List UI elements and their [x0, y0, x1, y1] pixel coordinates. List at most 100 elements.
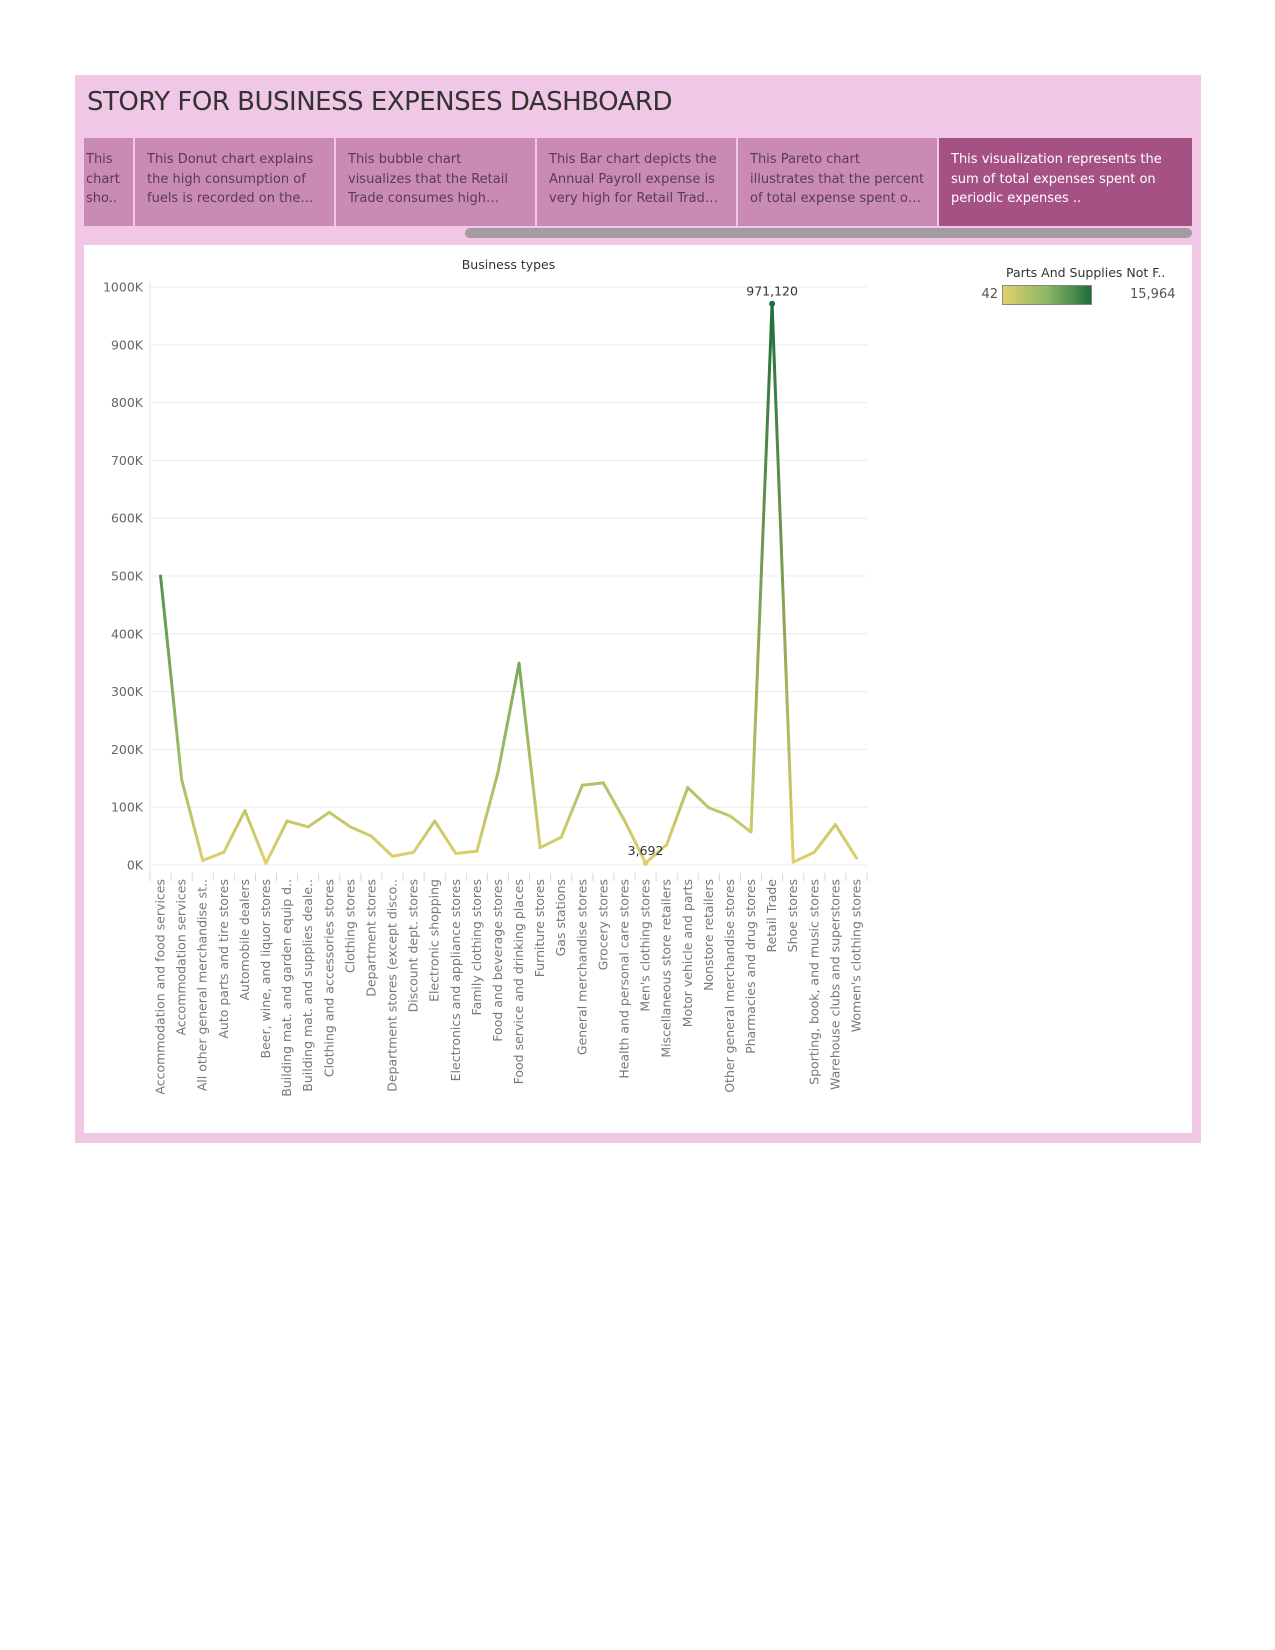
x-tick-label: Retail Trade — [764, 879, 779, 953]
line-segment — [285, 819, 310, 829]
line-segment — [707, 806, 732, 818]
line-segment — [180, 777, 205, 862]
data-label: 3,692 — [628, 843, 664, 858]
x-tick-label: Beer, wine, and liquor stores — [258, 879, 273, 1058]
y-tick-label: 100K — [111, 800, 144, 815]
y-tick-label: 300K — [111, 684, 144, 699]
line-segment — [412, 819, 437, 854]
line-segment — [538, 835, 563, 850]
y-tick-label: 600K — [111, 511, 144, 526]
story-point-4-text: This Bar chart depicts the Annual Payrol… — [549, 152, 717, 206]
x-tick-label: Automobile dealers — [237, 879, 252, 1001]
dashboard-frame: STORY FOR BUSINESS EXPENSES DASHBOARD Th… — [75, 75, 1201, 1143]
x-tick-label: Gas stations — [553, 879, 568, 956]
x-tick-label: Auto parts and tire stores — [216, 879, 231, 1039]
x-tick-label: Other general merchandise stores — [722, 879, 737, 1093]
x-tick-label: Building mat. and supplies deale.. — [300, 879, 315, 1092]
x-tick-label: Men's clothing stores — [638, 879, 653, 1012]
x-tick-label: Clothing stores — [342, 879, 357, 973]
legend-color-ramp — [1002, 285, 1092, 305]
line-segment — [686, 786, 711, 810]
x-tick-label: Grocery stores — [595, 879, 610, 970]
x-tick-label: Sporting, book, and music stores — [806, 879, 821, 1085]
story-navigator: This chart sho.. This Donut chart explai… — [84, 138, 1192, 226]
line-segment — [665, 786, 690, 847]
story-point-6-text: This visualization represents the sum of… — [951, 152, 1162, 206]
line-segment — [791, 850, 816, 864]
line-segment — [833, 823, 858, 860]
line-segment — [454, 849, 479, 855]
story-scrollbar[interactable] — [465, 228, 1192, 238]
line-segment — [348, 825, 373, 838]
story-point-2-text: This Donut chart explains the high consu… — [147, 152, 314, 206]
x-tick-label: Discount dept. stores — [406, 879, 421, 1012]
x-tick-label: Family clothing stores — [469, 879, 484, 1015]
data-label: 971,120 — [746, 284, 798, 299]
y-tick-label: 1000K — [103, 280, 144, 295]
x-tick-label: Electronics and appliance stores — [448, 879, 463, 1081]
line-segment — [222, 809, 247, 854]
annotated-point — [642, 859, 649, 866]
x-tick-label: Clothing and accessories stores — [321, 879, 336, 1077]
x-tick-label: Miscellaneous store retailers — [659, 879, 674, 1058]
line-segment — [201, 850, 226, 862]
story-point-3-text: This bubble chart visualizes that the Re… — [348, 152, 508, 206]
story-point-2[interactable]: This Donut chart explains the high consu… — [135, 138, 334, 226]
story-point-6[interactable]: This visualization represents the sum of… — [939, 138, 1192, 226]
dashboard-title: STORY FOR BUSINESS EXPENSES DASHBOARD — [87, 87, 673, 117]
x-tick-label: Nonstore retailers — [701, 879, 716, 991]
y-tick-label: 500K — [111, 569, 144, 584]
x-tick-label: Food service and drinking places — [511, 879, 526, 1084]
legend-min-label: 42 — [981, 287, 998, 302]
line-segment — [264, 819, 289, 865]
story-point-5-text: This Pareto chart illustrates that the p… — [750, 152, 925, 206]
y-tick-label: 700K — [111, 453, 144, 468]
line-segment — [601, 781, 626, 822]
chart-panel: Business types 0K 100K 200K 300K 400K 500K 600K… — [84, 245, 1192, 1133]
x-tick-label: Health and personal care stores — [616, 879, 631, 1079]
legend-title: Parts And Supplies Not F.. — [1006, 265, 1166, 280]
x-tick-label: Building mat. and garden equip d.. — [279, 879, 294, 1097]
line-segment — [433, 819, 458, 855]
annotated-point — [769, 300, 776, 307]
x-tick-label: Food and beverage stores — [490, 879, 505, 1042]
x-tick-label: Accommodation and food services — [153, 879, 168, 1095]
story-point-5[interactable]: This Pareto chart illustrates that the p… — [738, 138, 937, 226]
x-tick-label: Furniture stores — [532, 879, 547, 977]
line-segment — [243, 809, 268, 865]
story-point-1-text: This chart sho.. — [86, 152, 120, 206]
line-segment — [770, 302, 795, 864]
x-tick-label: Warehouse clubs and superstores — [827, 879, 842, 1090]
line-segment — [496, 661, 521, 775]
x-tick-label: Department stores (except disco.. — [385, 879, 400, 1092]
line-segment — [391, 850, 416, 858]
x-tick-label: Department stores — [363, 879, 378, 997]
x-tick-label: Accommodation services — [174, 879, 189, 1036]
line-segment — [327, 810, 352, 829]
line-segment — [306, 810, 331, 829]
line-chart: Business types 0K 100K 200K 300K 400K 500K 600K… — [103, 257, 868, 1097]
y-tick-label: 200K — [111, 742, 144, 757]
line-segment — [369, 834, 395, 858]
story-point-1[interactable]: This chart sho.. — [84, 138, 133, 226]
x-tick-label: Pharmacies and drug stores — [743, 879, 758, 1054]
line-segment — [517, 661, 542, 850]
line-segment — [475, 771, 500, 853]
y-tick-label: 800K — [111, 395, 144, 410]
x-tick-label: Women's clothing stores — [848, 879, 863, 1032]
line-segment — [812, 823, 837, 854]
line-segment — [580, 781, 605, 787]
y-tick-label: 900K — [111, 337, 144, 352]
y-tick-label: 400K — [111, 626, 144, 641]
x-tick-label: General merchandise stores — [574, 879, 589, 1055]
y-tick-label: 0K — [127, 858, 144, 873]
story-point-3[interactable]: This bubble chart visualizes that the Re… — [336, 138, 535, 226]
story-point-4[interactable]: This Bar chart depicts the Annual Payrol… — [537, 138, 736, 226]
line-segment — [728, 814, 753, 834]
legend-max-label: 15,964 — [1130, 287, 1176, 302]
x-tick-label: All other general merchandise st.. — [195, 879, 210, 1091]
chart-title: Business types — [462, 257, 556, 272]
line-segment — [749, 302, 774, 834]
x-tick-label: Electronic shopping — [427, 879, 442, 1002]
line-segment — [559, 783, 584, 839]
